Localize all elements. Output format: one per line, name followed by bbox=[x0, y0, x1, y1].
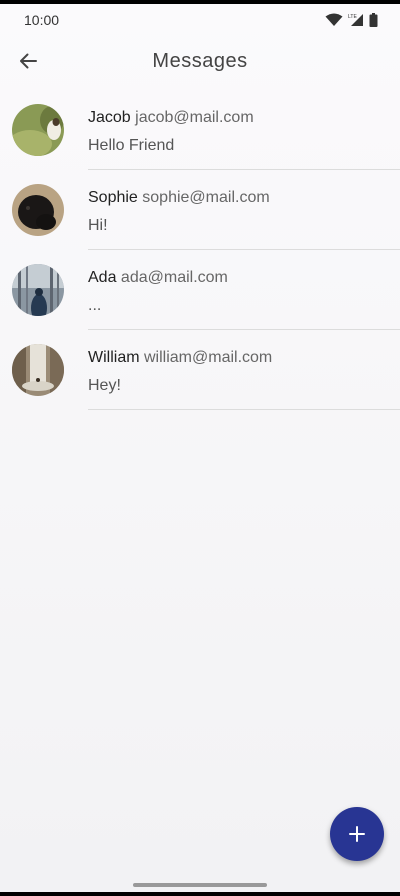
message-preview: Hi! bbox=[88, 217, 108, 234]
page-title: Messages bbox=[152, 49, 248, 72]
home-indicator[interactable] bbox=[133, 883, 267, 887]
message-text: William william@mail.com Hey! bbox=[88, 349, 392, 395]
arrow-left-icon bbox=[20, 53, 37, 69]
message-text: Jacob jacob@mail.com Hello Friend bbox=[88, 109, 392, 155]
sender-name: William bbox=[88, 349, 140, 366]
message-list: Jacob jacob@mail.com Hello Friend Sophie bbox=[0, 90, 400, 410]
sender-name: Ada bbox=[88, 269, 117, 286]
status-bar: 10:00 LTE bbox=[0, 4, 400, 36]
status-time: 10:00 bbox=[24, 12, 60, 28]
message-item-william[interactable]: William william@mail.com Hey! bbox=[0, 330, 400, 410]
avatar-ada bbox=[12, 264, 64, 316]
divider bbox=[88, 409, 400, 410]
avatar-jacob bbox=[12, 104, 64, 156]
screen: 10:00 LTE Messages Jacob jacob@mail.com … bbox=[0, 4, 400, 892]
message-item-jacob[interactable]: Jacob jacob@mail.com Hello Friend bbox=[0, 90, 400, 170]
back-button[interactable] bbox=[10, 41, 46, 81]
message-preview: Hey! bbox=[88, 377, 121, 394]
compose-button[interactable] bbox=[330, 807, 384, 861]
cellular-signal-icon: LTE bbox=[348, 14, 363, 26]
sender-email: sophie@mail.com bbox=[142, 189, 270, 206]
sender-email: jacob@mail.com bbox=[135, 109, 254, 126]
network-type-label: LTE bbox=[348, 14, 357, 20]
sender-name: Jacob bbox=[88, 109, 131, 126]
message-item-sophie[interactable]: Sophie sophie@mail.com Hi! bbox=[0, 170, 400, 250]
message-preview: ... bbox=[88, 297, 102, 314]
message-item-ada[interactable]: Ada ada@mail.com ... bbox=[0, 250, 400, 330]
avatar-william bbox=[12, 344, 64, 396]
message-preview: Hello Friend bbox=[88, 137, 175, 154]
sender-email: william@mail.com bbox=[144, 349, 273, 366]
message-text: Ada ada@mail.com ... bbox=[88, 269, 392, 315]
app-bar: Messages bbox=[0, 36, 400, 86]
sender-email: ada@mail.com bbox=[120, 269, 228, 286]
battery-icon bbox=[369, 13, 378, 27]
message-text: Sophie sophie@mail.com Hi! bbox=[88, 189, 392, 235]
wifi-icon bbox=[325, 13, 343, 26]
plus-icon bbox=[349, 826, 365, 842]
sender-name: Sophie bbox=[88, 189, 138, 206]
avatar-sophie bbox=[12, 184, 64, 236]
status-icons: LTE bbox=[325, 13, 378, 27]
